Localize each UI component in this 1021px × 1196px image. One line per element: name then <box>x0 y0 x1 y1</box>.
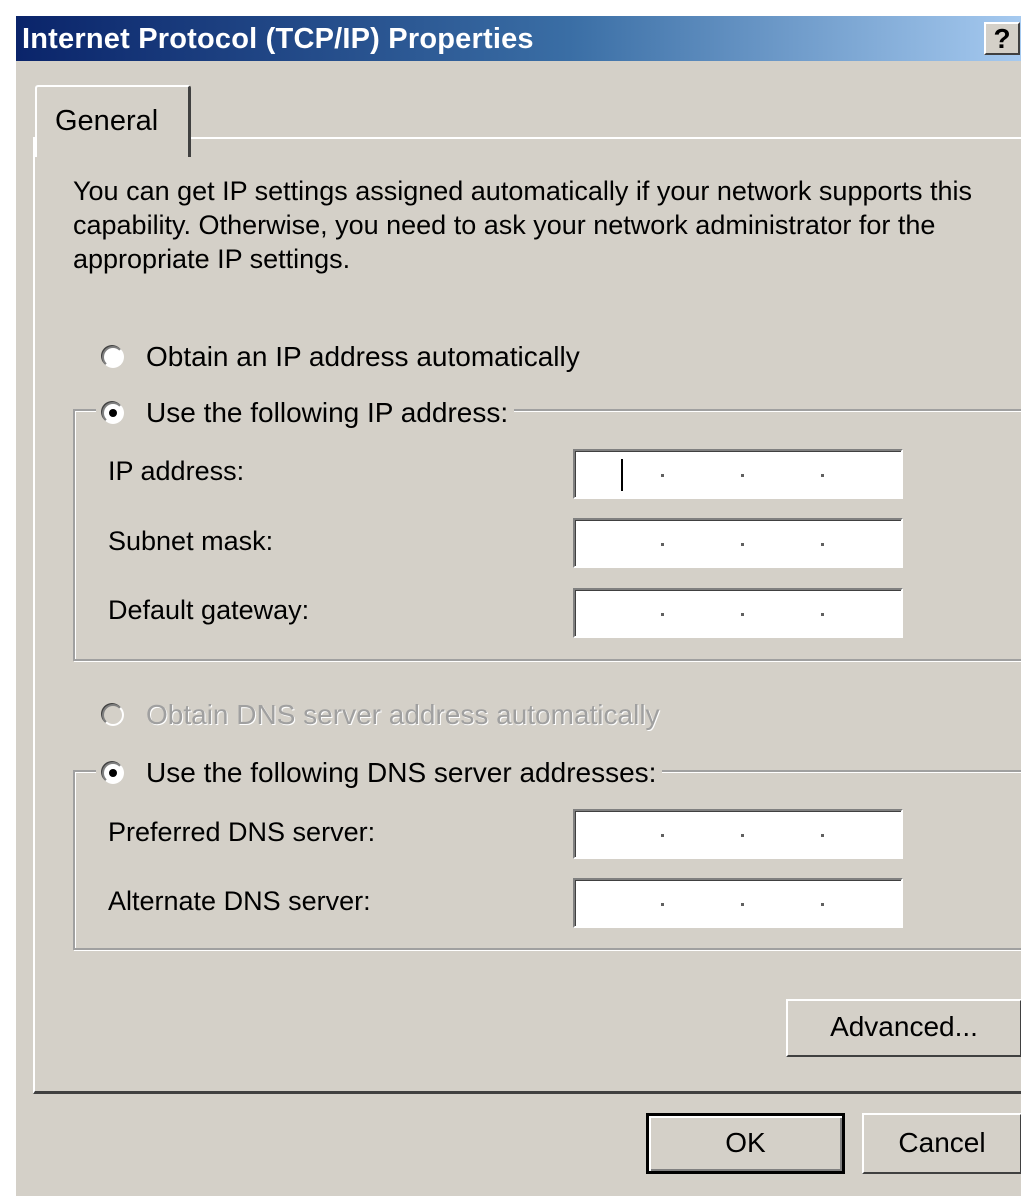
subnet-mask-label: Subnet mask: <box>108 526 274 556</box>
preferred-dns-label: Preferred DNS server: <box>108 817 376 847</box>
octet-separator <box>661 474 664 477</box>
obtain-dns-auto-option[interactable]: Obtain DNS server address automatically <box>102 699 666 731</box>
title-bar[interactable]: Internet Protocol (TCP/IP) Properties ? <box>16 16 1021 61</box>
use-following-ip-radio[interactable] <box>102 402 124 424</box>
obtain-ip-auto-label: Obtain an IP address automatically <box>146 341 580 372</box>
obtain-ip-auto-radio[interactable] <box>102 346 124 368</box>
preferred-dns-input[interactable] <box>573 809 903 859</box>
help-button[interactable]: ? <box>984 22 1020 55</box>
octet-separator <box>741 474 744 477</box>
use-following-dns-label: Use the following DNS server addresses: <box>146 757 657 788</box>
octet-separator <box>741 613 744 616</box>
obtain-dns-auto-label: Obtain DNS server address automatically <box>146 699 660 730</box>
tab-general-label: General <box>55 105 159 137</box>
use-following-ip-option[interactable]: Use the following IP address: <box>96 397 515 429</box>
obtain-dns-auto-radio[interactable] <box>102 704 124 726</box>
octet-separator <box>741 834 744 837</box>
ip-address-label: IP address: <box>108 456 245 486</box>
octet-separator <box>821 613 824 616</box>
obtain-ip-auto-option[interactable]: Obtain an IP address automatically <box>102 341 586 373</box>
default-gateway-input[interactable] <box>573 588 903 638</box>
octet-separator <box>661 834 664 837</box>
alternate-dns-label: Alternate DNS server: <box>108 886 371 916</box>
description-text: You can get IP settings assigned automat… <box>73 176 973 274</box>
octet-separator <box>661 903 664 906</box>
use-following-dns-option[interactable]: Use the following DNS server addresses: <box>96 757 663 789</box>
default-gateway-label: Default gateway: <box>108 595 310 625</box>
octet-separator <box>821 834 824 837</box>
use-following-ip-label: Use the following IP address: <box>146 397 509 428</box>
advanced-button[interactable]: Advanced... <box>786 999 1021 1057</box>
octet-separator <box>741 543 744 546</box>
octet-separator <box>661 613 664 616</box>
ip-address-input[interactable] <box>573 449 903 499</box>
octet-separator <box>821 474 824 477</box>
window-title: Internet Protocol (TCP/IP) Properties <box>22 23 534 55</box>
ok-button[interactable]: OK <box>646 1113 845 1174</box>
use-following-dns-radio[interactable] <box>102 762 124 784</box>
tab-general[interactable]: General <box>35 85 191 157</box>
cancel-button[interactable]: Cancel <box>862 1113 1021 1174</box>
octet-separator <box>821 543 824 546</box>
octet-separator <box>661 543 664 546</box>
subnet-mask-input[interactable] <box>573 518 903 568</box>
octet-separator <box>741 903 744 906</box>
alternate-dns-input[interactable] <box>573 878 903 928</box>
text-caret <box>621 459 623 491</box>
tcpip-properties-dialog: Internet Protocol (TCP/IP) Properties ? … <box>15 15 1021 1196</box>
octet-separator <box>821 903 824 906</box>
